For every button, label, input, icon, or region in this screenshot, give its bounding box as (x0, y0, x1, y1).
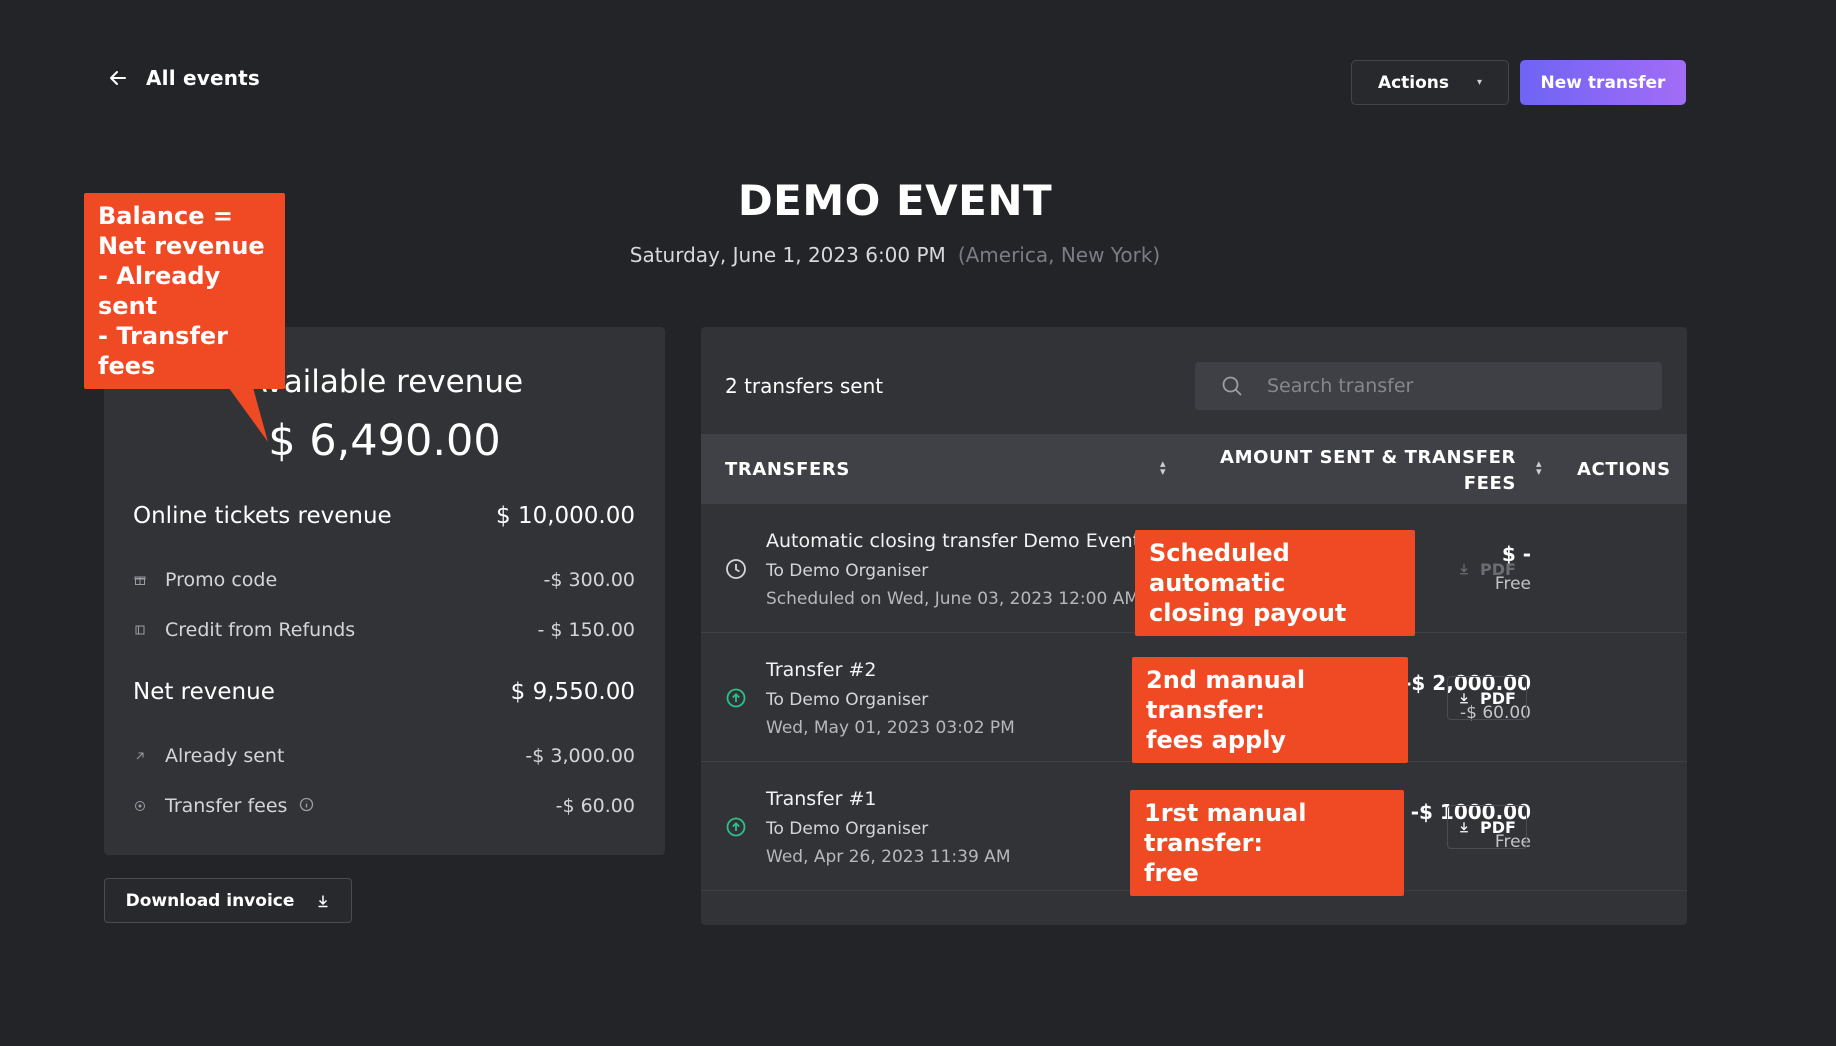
pdf-label: PDF (1480, 559, 1516, 579)
download-icon (1460, 693, 1468, 704)
pdf-button[interactable]: PDF (1447, 805, 1527, 849)
download-icon (1460, 564, 1468, 575)
coin-icon (133, 799, 147, 813)
clock-icon (726, 559, 746, 579)
already-sent-label: Already sent (165, 745, 285, 767)
actions-button-label: Actions (1377, 72, 1450, 93)
download-icon (1460, 822, 1468, 833)
new-transfer-label: New transfer (1540, 72, 1666, 93)
sort-icon[interactable]: ▴ ▾ (1536, 458, 1542, 477)
transfer-recipient: To Demo Organiser (766, 690, 929, 710)
first-transfer-annotation: 1rst manual transfer: free (1130, 790, 1404, 896)
net-revenue-label: Net revenue (133, 679, 275, 705)
info-icon[interactable] (299, 797, 314, 816)
arrow-up-circle-icon (726, 817, 746, 837)
column-header-amount[interactable]: AMOUNT SENT & TRANSFER FEES (1180, 445, 1516, 497)
net-revenue-value: $ 9,550.00 (510, 679, 635, 705)
search-icon (1222, 376, 1242, 396)
transfer-recipient: To Demo Organiser (766, 561, 929, 581)
transfer-date: Wed, May 01, 2023 03:02 PM (766, 718, 1015, 738)
ticket-icon (133, 623, 147, 637)
column-header-transfers[interactable]: TRANSFERS (725, 459, 850, 480)
transfer-fees-label: Transfer fees (165, 795, 288, 817)
download-invoice-label: Download invoice (125, 890, 295, 911)
scheduled-annotation: Scheduled automatic closing payout (1135, 530, 1415, 636)
download-icon (318, 895, 328, 907)
download-invoice-button[interactable]: Download invoice (104, 878, 352, 923)
transfer-fees-value: -$ 60.00 (555, 795, 635, 817)
promo-code-value: -$ 300.00 (543, 569, 635, 591)
event-date: Saturday, June 1, 2023 6:00 PM (629, 243, 946, 267)
back-to-all-events-link[interactable]: All events (108, 66, 260, 90)
transfer-name: Transfer #2 (766, 659, 877, 681)
promo-code-row: Promo code -$ 300.00 (133, 569, 635, 591)
event-timezone: (America, New York) (957, 243, 1161, 267)
back-link-label: All events (146, 66, 261, 90)
already-sent-value: -$ 3,000.00 (525, 745, 635, 767)
balance-annotation: Balance = Net revenue - Already sent - T… (84, 193, 285, 389)
refunds-label: Credit from Refunds (165, 619, 356, 641)
column-header-actions: ACTIONS (1577, 459, 1671, 480)
online-tickets-label: Online tickets revenue (133, 503, 392, 529)
pdf-label: PDF (1480, 817, 1516, 837)
transfer-name: Transfer #1 (766, 788, 877, 810)
online-tickets-value: $ 10,000.00 (496, 503, 635, 529)
transfer-recipient: To Demo Organiser (766, 819, 929, 839)
sort-icon[interactable]: ▴ ▾ (1160, 458, 1166, 477)
pdf-button[interactable]: PDF (1447, 676, 1527, 720)
actions-dropdown-button[interactable]: Actions ▾ (1351, 60, 1509, 105)
arrow-up-circle-icon (726, 688, 746, 708)
transfers-count: 2 transfers sent (725, 374, 884, 398)
arrow-left-icon (110, 71, 126, 85)
refunds-row: Credit from Refunds - $ 150.00 (133, 619, 635, 641)
column-header-amount-line1: AMOUNT SENT & TRANSFER (1220, 447, 1516, 468)
net-revenue-row: Net revenue $ 9,550.00 (133, 679, 635, 705)
transfer-date: Scheduled on Wed, June 03, 2023 12:00 AM (766, 589, 1139, 609)
refunds-value: - $ 150.00 (537, 619, 635, 641)
arrow-up-right-icon (133, 749, 147, 763)
transfer-fees-row: Transfer fees -$ 60.00 (133, 795, 635, 817)
promo-code-label: Promo code (165, 569, 278, 591)
pdf-button: PDF (1447, 547, 1527, 591)
column-header-amount-line2: FEES (1463, 473, 1516, 494)
chevron-down-icon: ▾ (1477, 77, 1483, 88)
new-transfer-button[interactable]: New transfer (1520, 60, 1686, 105)
transfer-name: Automatic closing transfer Demo Event (766, 530, 1141, 552)
online-tickets-row: Online tickets revenue $ 10,000.00 (133, 503, 635, 529)
gift-icon (133, 573, 147, 587)
pdf-label: PDF (1480, 688, 1516, 708)
search-transfer-input[interactable] (1267, 375, 1627, 397)
second-transfer-annotation: 2nd manual transfer: fees apply (1132, 657, 1408, 763)
transfer-date: Wed, Apr 26, 2023 11:39 AM (766, 847, 1011, 867)
search-transfer-box[interactable] (1195, 362, 1662, 410)
already-sent-row: Already sent -$ 3,000.00 (133, 745, 635, 767)
